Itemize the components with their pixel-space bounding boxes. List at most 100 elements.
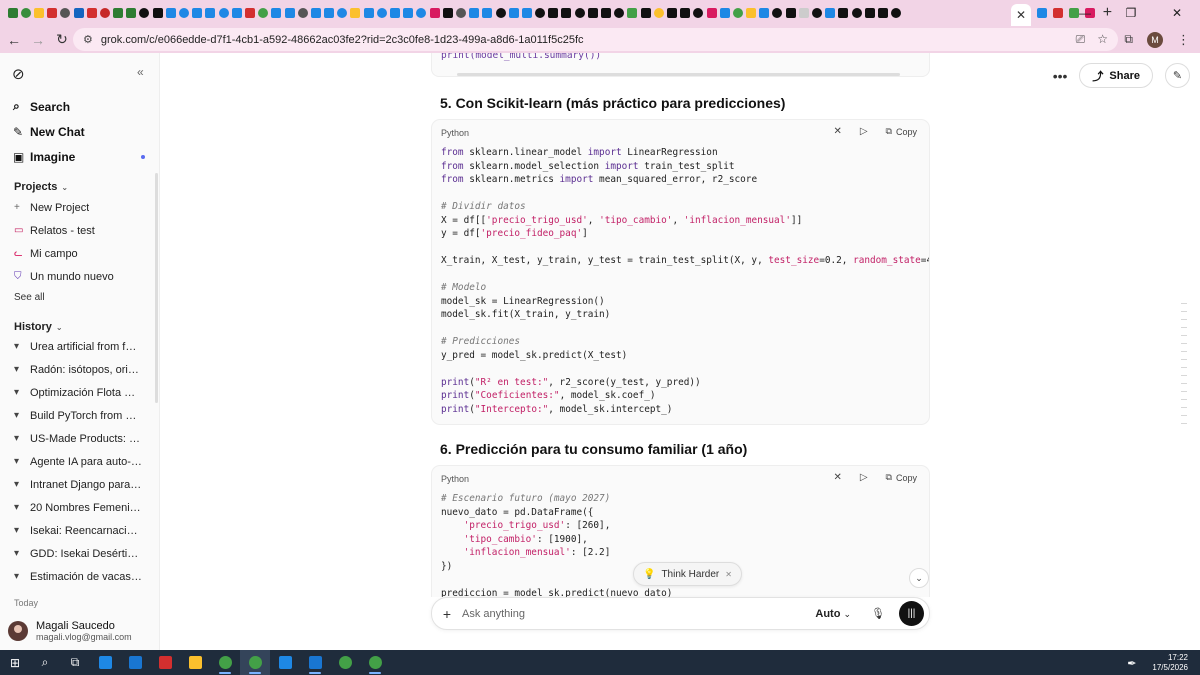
code-horizontal-scrollbar[interactable] [457,73,900,76]
tab-favicon[interactable] [152,8,163,18]
active-tab[interactable]: ✕ [1011,4,1031,26]
tab-favicon[interactable] [666,8,677,18]
tab-favicon[interactable] [192,8,203,18]
tab-favicon[interactable] [851,8,862,18]
tab-favicon[interactable] [482,8,493,18]
tab-favicon[interactable] [627,8,638,18]
tab-favicon[interactable] [838,8,849,18]
tab-favicon[interactable] [706,8,717,18]
taskbar-app-icon[interactable] [150,650,180,675]
tab-close-icon[interactable]: ✕ [1016,8,1026,22]
tab-favicon[interactable] [20,8,31,18]
grok-logo-icon[interactable]: ⊘ [12,65,25,83]
run-code-icon[interactable]: ▷ [860,126,868,137]
close-icon[interactable]: ✕ [725,570,732,579]
tab-favicon[interactable] [442,8,453,18]
maximize-icon[interactable]: ❐ [1108,6,1154,20]
tab-favicon[interactable] [455,8,466,18]
collapse-sidebar-icon[interactable]: « [137,65,144,79]
tab-favicon[interactable] [390,8,401,18]
window-close-icon[interactable]: ✕ [1154,6,1200,20]
tab-favicon[interactable] [469,8,480,18]
tab-favicon[interactable] [231,8,242,18]
history-item[interactable]: ▾ Intranet Django para libro... [14,473,142,496]
history-item[interactable]: ▾ Agente IA para auto-mejo... [14,450,142,473]
task-view-icon[interactable]: ⧉ [60,650,90,675]
tab-favicon[interactable] [693,8,704,18]
think-harder-chip[interactable]: 💡 Think Harder ✕ [633,562,742,586]
tab-favicon[interactable] [1036,8,1047,18]
history-item[interactable]: ▾ GDD: Isekai Desértico con... [14,542,142,565]
tab-favicon[interactable] [99,8,110,18]
tab-favicon[interactable] [416,8,427,18]
history-item[interactable]: ▾ Radón: isótopos, origen y ... [14,358,142,381]
tab-favicon[interactable] [179,8,190,18]
tab-favicon[interactable] [535,8,546,18]
tab-favicon[interactable] [337,8,348,18]
tab-favicon[interactable] [719,8,730,18]
user-profile[interactable]: Magali Saucedo magali.vlog@gmail.com [8,620,132,642]
tab-favicon[interactable] [640,8,651,18]
install-app-icon[interactable]: ⎚ [1076,32,1086,47]
tab-favicon[interactable] [113,8,124,18]
taskbar-app-icon[interactable] [180,650,210,675]
tab-favicon[interactable] [284,8,295,18]
collapse-code-icon[interactable]: ✕ [833,472,841,483]
tab-favicon[interactable] [614,8,625,18]
tab-favicon[interactable] [798,8,809,18]
history-item[interactable]: ▾ 20 Nombres Femeninos c... [14,496,142,519]
history-item[interactable]: ▾ Isekai: Reencarnación y S... [14,519,142,542]
taskbar-app-icon[interactable] [90,650,120,675]
sidebar-item-search[interactable]: ⌕ Search [13,94,85,119]
scroll-down-button[interactable]: ⌄ [909,568,929,588]
tab-favicon[interactable] [271,8,282,18]
tab-favicon[interactable] [825,8,836,18]
attach-plus-icon[interactable]: + [432,606,462,622]
tab-favicon[interactable] [139,8,150,18]
tab-favicon[interactable] [601,8,612,18]
tab-favicon[interactable] [574,8,585,18]
tab-favicon[interactable] [561,8,572,18]
tab-favicon[interactable] [732,8,743,18]
back-icon[interactable]: ← [2,32,26,48]
tab-favicon[interactable] [86,8,97,18]
tab-favicon[interactable] [244,8,255,18]
collapse-code-icon[interactable]: ✕ [833,126,841,137]
tab-favicon[interactable] [653,8,664,18]
run-code-icon[interactable]: ▷ [860,472,868,483]
bookmark-star-icon[interactable]: ☆ [1097,32,1108,47]
share-button[interactable]: ⤴ Share [1079,63,1153,88]
profile-avatar[interactable]: M [1147,31,1163,48]
tab-favicon[interactable] [877,8,888,18]
history-item[interactable]: ▾ Urea artificial from farm w... [14,335,142,358]
tab-favicon[interactable] [864,8,875,18]
sidebar-item-imagine[interactable]: ▣ Imagine [13,144,145,169]
tab-favicon[interactable] [812,8,823,18]
forward-icon[interactable]: → [26,32,50,48]
tab-favicon[interactable] [429,8,440,18]
taskbar-app-icon[interactable] [210,650,240,675]
reload-icon[interactable]: ↻ [50,31,74,48]
tab-favicon[interactable] [218,8,229,18]
tab-favicon[interactable] [7,8,18,18]
history-item[interactable]: ▾ US-Made Products: Impo... [14,427,142,450]
tab-favicon[interactable] [376,8,387,18]
message-input[interactable]: Ask anything [462,608,815,620]
sidebar-item-project[interactable]: ⛉ Un mundo nuevo [14,265,142,288]
tab-favicon[interactable] [403,8,414,18]
url-bar[interactable]: ⚙ grok.com/c/e066edde-d7f1-4cb1-a592-486… [73,28,1118,51]
model-selector[interactable]: Auto ⌄ [815,608,851,620]
tab-favicon[interactable] [324,8,335,18]
tab-favicon[interactable] [891,8,902,18]
tab-favicon[interactable] [258,8,269,18]
sidebar-item-project[interactable]: ▭ Relatos - test [14,219,142,242]
history-item[interactable]: ▾ Optimización Flota Colect... [14,381,142,404]
taskbar-app-icon[interactable] [120,650,150,675]
tab-favicon[interactable] [587,8,598,18]
tab-favicon[interactable] [363,8,374,18]
minimize-icon[interactable]: — [1062,6,1108,20]
taskbar-app-icon[interactable] [330,650,360,675]
tab-favicon[interactable] [746,8,757,18]
taskbar-app-icon[interactable] [300,650,330,675]
tab-favicon[interactable] [73,8,84,18]
